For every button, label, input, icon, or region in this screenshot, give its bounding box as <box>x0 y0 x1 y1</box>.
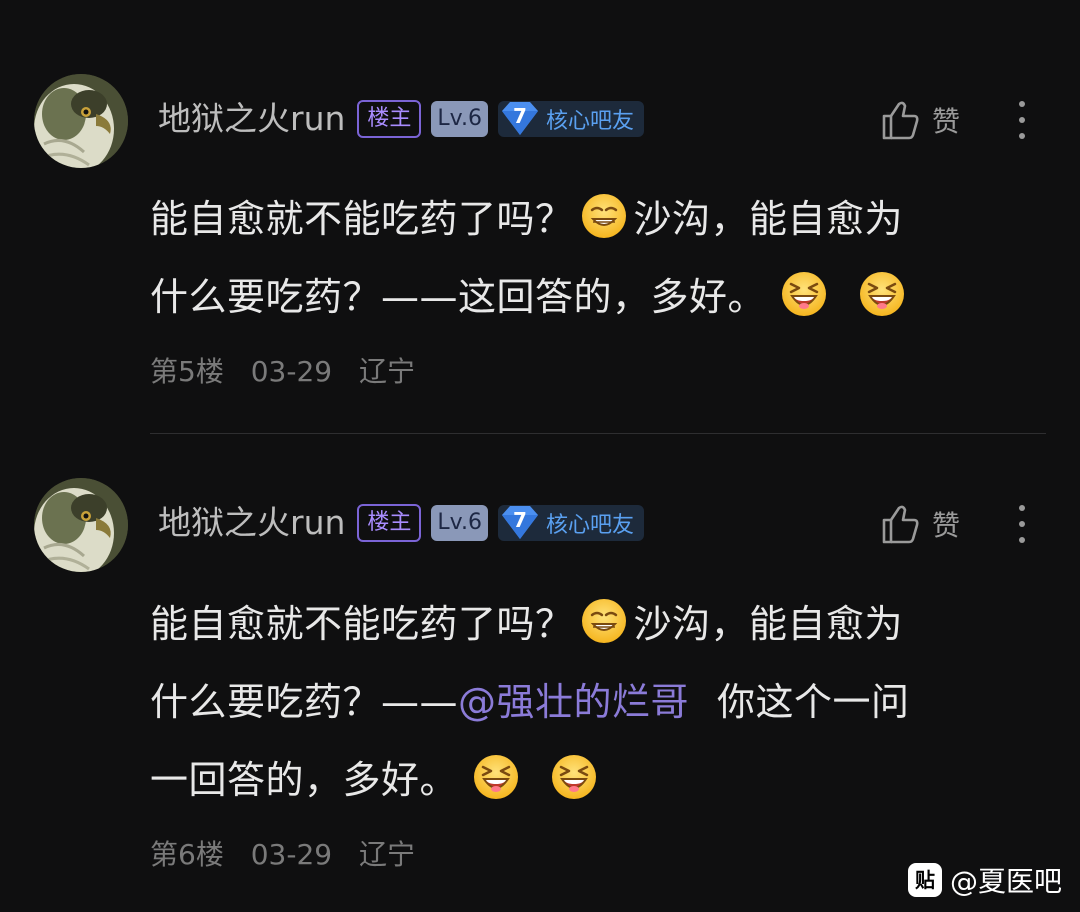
content-line: 能自愈就不能吃药了吗？ 沙沟，能自愈为 <box>150 180 1030 258</box>
text-segment: 能自愈就不能吃药了吗？ <box>150 602 574 646</box>
like-button[interactable]: 赞 <box>878 98 960 142</box>
more-vertical-icon <box>1004 98 1040 142</box>
watermark-text: @夏医吧 <box>949 865 1062 898</box>
content-line: 一回答的，多好。 <box>150 741 1030 819</box>
core-member-label: 核心吧友 <box>545 513 634 538</box>
tieba-logo-icon: 贴 <box>907 863 942 897</box>
avatar[interactable] <box>34 478 128 572</box>
core-level-number: 7 <box>513 104 527 128</box>
mention-link[interactable]: @强壮的烂哥 <box>458 680 689 724</box>
post-location: 辽宁 <box>359 838 416 871</box>
watermark: 贴 @夏医吧 <box>907 860 1062 900</box>
text-segment: 沙沟，能自愈为 <box>633 197 904 241</box>
diamond-icon: 7 <box>498 503 542 543</box>
more-options-button[interactable] <box>1004 98 1040 142</box>
post-date: 03-29 <box>250 838 333 871</box>
more-vertical-icon <box>1004 502 1040 546</box>
like-button[interactable]: 赞 <box>878 502 960 546</box>
laughing-emoji-icon <box>780 270 828 318</box>
text-segment: 沙沟，能自愈为 <box>633 602 904 646</box>
text-segment: 一回答的，多好。 <box>150 758 459 802</box>
owner-badge: 楼主 <box>357 504 422 542</box>
core-member-badge: 7 核心吧友 <box>497 503 644 543</box>
laughing-emoji-icon <box>858 270 906 318</box>
post-date: 03-29 <box>250 355 333 388</box>
comment-text: 能自愈就不能吃药了吗？ 沙沟，能自愈为 什么要吃药？——这回答的，多好。 <box>150 180 1030 336</box>
text-segment: 能自愈就不能吃药了吗？ <box>150 197 574 241</box>
content-line: 什么要吃药？——@强壮的烂哥 你这个一问 <box>150 663 1030 741</box>
diamond-icon: 7 <box>498 99 542 139</box>
post-location: 辽宁 <box>359 355 416 388</box>
laughing-emoji-icon <box>550 753 598 801</box>
username[interactable]: 地狱之火run <box>158 97 345 141</box>
author-row: 地狱之火run 楼主 Lv.6 7 核心吧友 <box>158 97 644 141</box>
like-label: 赞 <box>932 105 961 138</box>
level-badge: Lv.6 <box>431 101 488 137</box>
username[interactable]: 地狱之火run <box>158 501 345 545</box>
content-line: 能自愈就不能吃药了吗？ 沙沟，能自愈为 <box>150 585 1030 663</box>
content-line: 什么要吃药？——这回答的，多好。 <box>150 258 1030 336</box>
text-segment: 你这个一问 <box>717 680 910 724</box>
post-meta: 第5楼 03-29 辽宁 <box>150 350 433 390</box>
smirk-emoji-icon <box>580 597 628 645</box>
more-options-button[interactable] <box>1004 502 1040 546</box>
comment-text: 能自愈就不能吃药了吗？ 沙沟，能自愈为 什么要吃药？——@强壮的烂哥 你这个一问 一… <box>150 585 1030 819</box>
thumbs-up-icon <box>878 502 922 546</box>
thumbs-up-icon <box>878 98 922 142</box>
owner-badge: 楼主 <box>357 100 422 138</box>
text-segment: 什么要吃药？—— <box>150 680 459 724</box>
divider <box>150 433 1046 434</box>
core-level-number: 7 <box>513 508 527 532</box>
core-member-label: 核心吧友 <box>545 109 634 134</box>
author-row: 地狱之火run 楼主 Lv.6 7 核心吧友 <box>158 501 644 545</box>
smirk-emoji-icon <box>580 192 628 240</box>
floor-number: 第6楼 <box>150 838 224 871</box>
post-meta: 第6楼 03-29 辽宁 <box>150 833 433 873</box>
laughing-emoji-icon <box>472 753 520 801</box>
text-segment: 什么要吃药？——这回答的，多好。 <box>150 275 767 319</box>
avatar[interactable] <box>34 74 128 168</box>
level-badge: Lv.6 <box>431 505 488 541</box>
like-label: 赞 <box>932 509 961 542</box>
floor-number: 第5楼 <box>150 355 224 388</box>
core-member-badge: 7 核心吧友 <box>497 99 644 139</box>
